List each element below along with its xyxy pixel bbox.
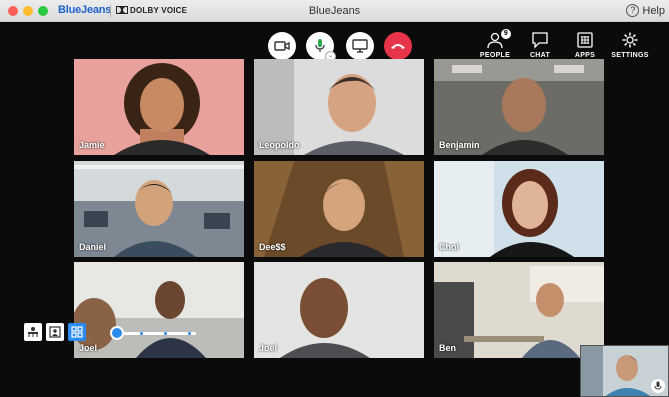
help-button[interactable]: ? Help [626, 4, 665, 17]
gallery-grid-icon [71, 326, 83, 338]
participant-tile-joel-2[interactable]: Joel [254, 262, 424, 358]
window-titlebar: BlueJeans DOLBY VOICE BlueJeans ? Help [0, 0, 669, 22]
settings-button[interactable]: SETTINGS [610, 31, 650, 59]
participant-tile-dee[interactable]: Dee$$ [254, 161, 424, 257]
participant-tile-ben[interactable]: Ben [434, 262, 604, 358]
participant-tile-jamie[interactable]: Jamie [74, 59, 244, 155]
layout-speaker-button[interactable] [24, 323, 42, 341]
apps-button[interactable]: APPS [571, 31, 599, 59]
participant-video [434, 262, 604, 358]
end-call-button[interactable] [384, 32, 412, 60]
mute-toggle-button[interactable]: ⌄ [306, 32, 336, 62]
apps-label: APPS [574, 52, 596, 59]
microphone-icon [315, 39, 325, 52]
participant-video [254, 262, 424, 358]
settings-label: SETTINGS [611, 52, 649, 59]
camera-icon [274, 41, 290, 51]
people-label: PEOPLE [479, 52, 511, 59]
participant-name: Jamie [79, 140, 105, 150]
layout-people-button[interactable] [46, 323, 64, 341]
apps-grid-icon [577, 32, 593, 48]
hang-up-icon [391, 44, 405, 49]
layout-gallery-button[interactable] [68, 323, 86, 341]
slider-handle[interactable] [110, 326, 124, 340]
chat-icon [532, 32, 548, 49]
video-toggle-button[interactable] [268, 32, 296, 60]
share-screen-button[interactable] [346, 32, 374, 60]
participant-name: Leopoldo [259, 140, 300, 150]
people-button[interactable]: 9 PEOPLE [478, 29, 512, 59]
presenter-layout-icon [28, 327, 38, 337]
microphone-icon [654, 381, 662, 390]
slider-tick [140, 332, 143, 335]
help-label: Help [642, 4, 665, 17]
participant-video [434, 161, 604, 257]
chat-label: CHAT [529, 52, 551, 59]
participant-name: Ben [439, 343, 457, 353]
participant-tile-joel-1[interactable]: Joel [74, 262, 244, 358]
self-mic-button[interactable] [651, 379, 665, 393]
gallery-size-slider[interactable] [118, 332, 196, 335]
slider-tick [164, 332, 167, 335]
participant-tile-daniel[interactable]: Daniel [74, 161, 244, 257]
people-count-badge: 9 [501, 29, 511, 39]
self-view[interactable] [580, 345, 669, 397]
screen-share-icon [352, 39, 368, 53]
participant-video [74, 262, 244, 358]
question-icon: ? [626, 4, 640, 17]
participant-name: Joel [79, 343, 98, 353]
participant-name: Choi [439, 242, 459, 252]
participant-tile-choi[interactable]: Choi [434, 161, 604, 257]
participant-tile-leopoldo[interactable]: Leopoldo [254, 59, 424, 155]
window-title: BlueJeans [308, 5, 361, 17]
chat-button[interactable]: CHAT [526, 31, 554, 59]
meeting-stage: ⌄ 9 PEOPLE CHAT APPS SETTINGS Jamie Leop… [0, 22, 669, 397]
gear-icon [622, 32, 638, 48]
participant-name: Benjamin [439, 140, 480, 150]
participant-tile-benjamin[interactable]: Benjamin [434, 59, 604, 155]
person-frame-icon [49, 326, 61, 338]
participant-name: Dee$$ [259, 242, 286, 252]
participant-name: Daniel [79, 242, 107, 252]
slider-tick [188, 332, 191, 335]
participant-name: Joel [259, 343, 278, 353]
